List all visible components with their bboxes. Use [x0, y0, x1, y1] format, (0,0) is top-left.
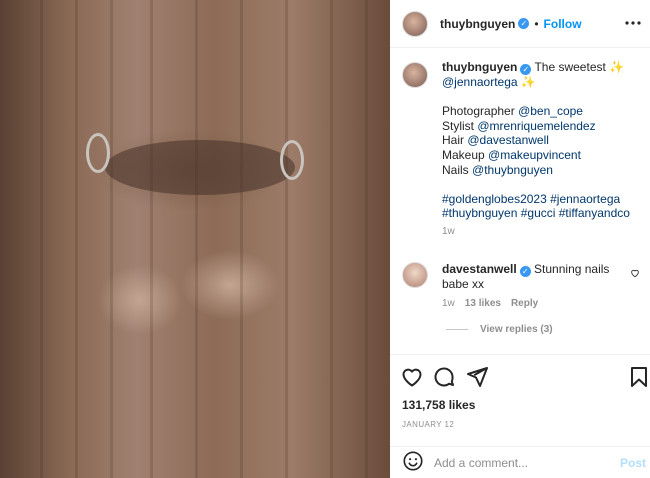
- credit-role: Stylist: [442, 118, 475, 133]
- share-icon[interactable]: [465, 365, 489, 389]
- add-comment-bar: Add a comment... Post: [390, 446, 650, 478]
- post-author[interactable]: thuybnguyen: [440, 17, 515, 31]
- follow-button[interactable]: Follow: [544, 17, 582, 31]
- dress-ring-right: [280, 140, 304, 180]
- commenter-avatar[interactable]: [402, 262, 428, 288]
- credit-line: Hair @davestanwell: [442, 133, 642, 148]
- caption-author[interactable]: thuybnguyen: [442, 60, 517, 74]
- dress-ring-left: [86, 133, 110, 173]
- like-comment-heart-icon[interactable]: [630, 267, 640, 278]
- credit-line: Photographer @ben_cope: [442, 104, 642, 119]
- avatar[interactable]: [402, 10, 428, 37]
- likes-count[interactable]: 131,758 likes: [402, 398, 475, 412]
- caption-line1: The sweetest ✨: [534, 60, 625, 74]
- credit-line: Makeup @makeupvincent: [442, 148, 642, 163]
- heart-icon[interactable]: [400, 365, 424, 389]
- credit-role: Photographer: [442, 104, 515, 119]
- verified-icon: ✓: [518, 18, 530, 29]
- credit-role: Nails: [442, 162, 469, 177]
- action-bar: [390, 354, 650, 398]
- post-photo[interactable]: [0, 0, 390, 478]
- verified-icon: ✓: [520, 64, 532, 75]
- verified-icon: ✓: [519, 266, 531, 277]
- credit-line: Nails @thuybnguyen: [442, 163, 642, 178]
- more-options-icon[interactable]: [624, 14, 642, 32]
- caption-time[interactable]: 1w: [442, 225, 642, 240]
- comment-text-cont: babe xx: [442, 277, 485, 291]
- hashtags-line[interactable]: #thuybnguyen #gucci #tiffanyandco: [442, 206, 642, 221]
- post-date[interactable]: JANUARY 12: [402, 420, 454, 429]
- comment-author[interactable]: davestanwell: [442, 262, 517, 276]
- comment-likes[interactable]: 13 likes: [465, 298, 501, 309]
- hashtags-line[interactable]: #goldenglobes2023 #jennaortega: [442, 192, 642, 207]
- view-replies-label: View replies (3): [480, 324, 553, 335]
- post-sidebar: thuybnguyen ✓ • Follow thuybnguyen ✓ The …: [390, 0, 650, 478]
- comment: davestanwell ✓ Stunning nails babe xx 1w …: [402, 262, 642, 309]
- separator-dot: •: [534, 16, 539, 31]
- mention-link[interactable]: @makeupvincent: [488, 148, 581, 162]
- credit-role: Makeup: [442, 147, 485, 162]
- comment-time[interactable]: 1w: [442, 298, 455, 309]
- comment-text: Stunning nails: [534, 262, 610, 276]
- reply-button[interactable]: Reply: [511, 298, 538, 309]
- emoji-icon[interactable]: [402, 450, 424, 475]
- mention-link[interactable]: @ben_cope: [518, 104, 583, 118]
- credit-line: Stylist @mrenriquemelendez: [442, 119, 642, 134]
- view-replies-button[interactable]: View replies (3): [446, 324, 553, 335]
- mention-link[interactable]: @mrenriquemelendez: [477, 119, 595, 133]
- post-button[interactable]: Post: [620, 456, 646, 470]
- comment-icon[interactable]: [432, 365, 456, 389]
- caption-line2-suffix: ✨: [517, 75, 536, 89]
- mention-link[interactable]: @davestanwell: [467, 133, 549, 147]
- mention-link[interactable]: @jennaortega: [442, 75, 518, 89]
- mention-link[interactable]: @thuybnguyen: [472, 163, 553, 177]
- caption: thuybnguyen ✓ The sweetest ✨ @jennaortega…: [402, 60, 642, 240]
- caption-avatar[interactable]: [402, 62, 428, 88]
- comment-input[interactable]: Add a comment...: [434, 456, 620, 470]
- replies-divider: [446, 329, 468, 330]
- credit-role: Hair: [442, 133, 465, 148]
- bookmark-icon[interactable]: [627, 365, 650, 389]
- post-header: thuybnguyen ✓ • Follow: [390, 0, 650, 48]
